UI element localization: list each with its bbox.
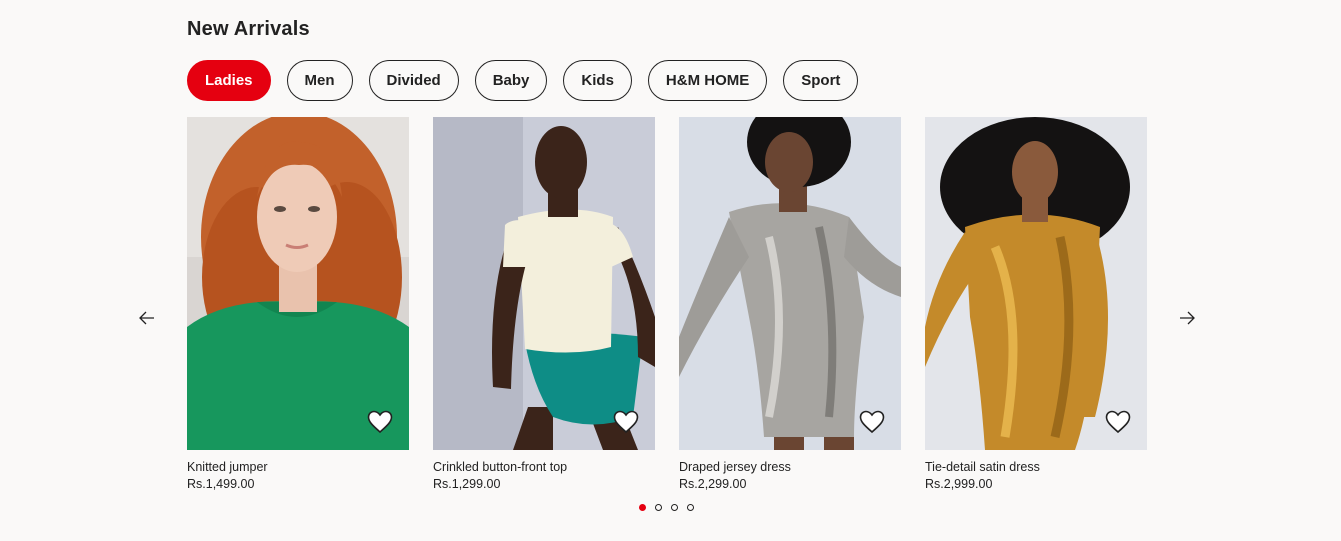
product-image[interactable] (925, 117, 1147, 450)
heart-icon[interactable] (367, 410, 393, 434)
tab-ladies[interactable]: Ladies (187, 60, 271, 101)
tab-kids[interactable]: Kids (563, 60, 632, 101)
pagination-dot[interactable] (687, 504, 694, 511)
product-card[interactable]: Draped jersey dress Rs.2,299.00 (679, 117, 901, 493)
heart-icon[interactable] (859, 410, 885, 434)
product-price: Rs.2,299.00 (679, 477, 747, 491)
pagination-dot[interactable] (655, 504, 662, 511)
tab-men[interactable]: Men (286, 60, 353, 101)
product-name[interactable]: Knitted jumper (187, 459, 409, 475)
pagination-dot[interactable] (671, 504, 678, 511)
product-image[interactable] (679, 117, 901, 450)
product-price: Rs.2,999.00 (925, 477, 993, 491)
tab-sport[interactable]: Sport (783, 60, 859, 101)
arrow-left-icon[interactable] (137, 308, 157, 328)
pagination-dots (639, 504, 694, 511)
product-card[interactable]: Knitted jumper Rs.1,499.00 (187, 117, 409, 493)
pagination-dot[interactable] (639, 504, 646, 511)
tab-hm-home[interactable]: H&M HOME (647, 60, 768, 101)
product-price: Rs.1,299.00 (433, 477, 501, 491)
product-image[interactable] (433, 117, 655, 450)
product-price: Rs.1,499.00 (187, 477, 255, 491)
arrow-right-icon[interactable] (1177, 308, 1197, 328)
product-name[interactable]: Draped jersey dress (679, 459, 901, 475)
heart-icon[interactable] (1105, 410, 1131, 434)
tab-divided[interactable]: Divided (368, 60, 459, 101)
product-name[interactable]: Tie-detail satin dress (925, 459, 1147, 475)
product-image[interactable] (187, 117, 409, 450)
product-card[interactable]: Crinkled button-front top Rs.1,299.00 (433, 117, 655, 493)
section-title: New Arrivals (187, 18, 310, 40)
tab-baby[interactable]: Baby (474, 60, 548, 101)
product-card[interactable]: Tie-detail satin dress Rs.2,999.00 (925, 117, 1147, 493)
category-tabs: Ladies Men Divided Baby Kids H&M HOME Sp… (187, 60, 859, 101)
product-carousel: Knitted jumper Rs.1,499.00 Crinkled butt… (187, 117, 1147, 493)
product-name[interactable]: Crinkled button-front top (433, 459, 655, 475)
heart-icon[interactable] (613, 410, 639, 434)
